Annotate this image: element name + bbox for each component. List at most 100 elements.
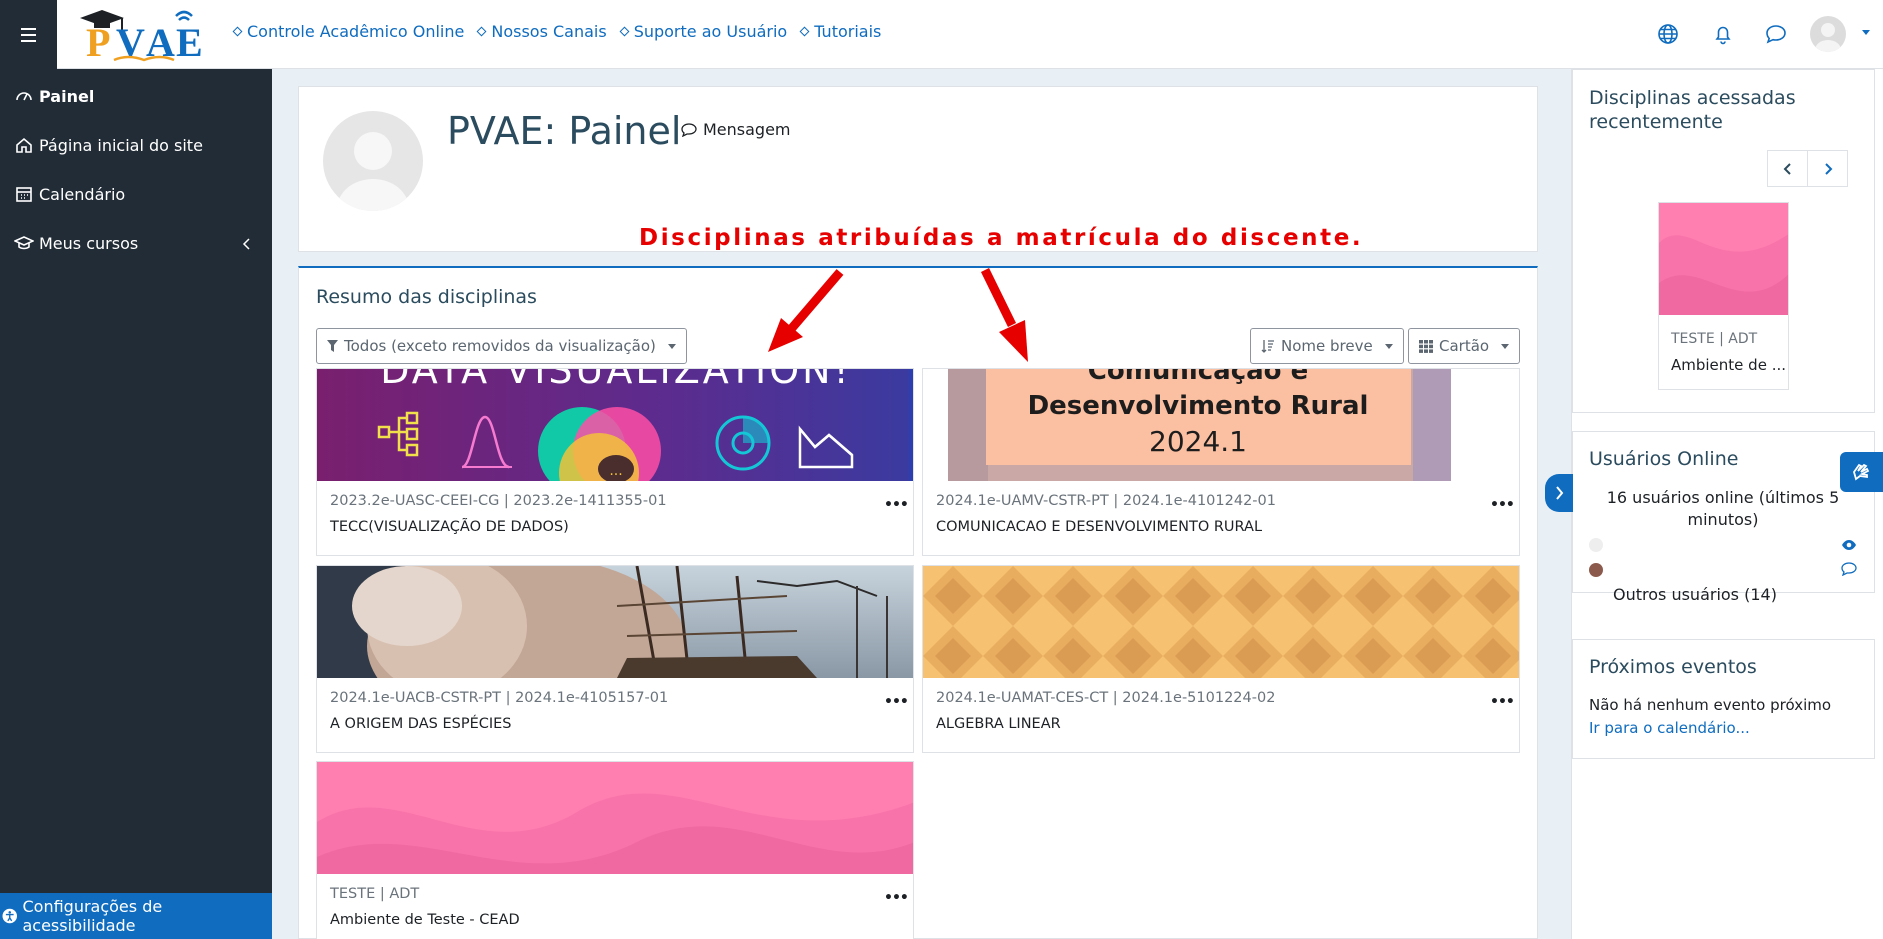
online-users-summary: 16 usuários online (últimos 5 minutos) bbox=[1606, 488, 1840, 529]
other-users-label: Outros usuários (14) bbox=[1613, 585, 1777, 604]
caret-down-icon bbox=[1384, 343, 1393, 349]
course-name-link[interactable]: TECC(VISUALIZAÇÃO DE DADOS) bbox=[330, 519, 569, 535]
link-controle-academico[interactable]: Controle Acadêmico Online bbox=[232, 22, 465, 41]
globe-icon[interactable] bbox=[1654, 20, 1682, 48]
course-card[interactable]: DATA VISUALIZATION! ... 2023.2e-UASC-CEE… bbox=[316, 368, 914, 556]
caret-down-icon bbox=[1501, 343, 1510, 349]
left-drawer: Painel Página inicial do site Calendário… bbox=[0, 69, 272, 939]
drawer-item-meus-cursos[interactable]: Meus cursos bbox=[14, 233, 138, 253]
course-name-link[interactable]: A ORIGEM DAS ESPÉCIES bbox=[330, 716, 512, 732]
menu-toggle-button[interactable] bbox=[0, 0, 57, 69]
drawer-item-label: Painel bbox=[39, 86, 95, 106]
recent-course-card[interactable]: TESTE | ADT Ambiente de ... bbox=[1658, 202, 1789, 390]
course-overview-block: Resumo das disciplinas Todos (exceto rem… bbox=[298, 266, 1538, 939]
course-name-link[interactable]: Ambiente de ... bbox=[1671, 356, 1786, 374]
course-card[interactable]: TESTE | ADT Ambiente de Teste - CEAD ••• bbox=[316, 761, 914, 939]
avatar[interactable] bbox=[1589, 563, 1603, 577]
drawer-item-painel[interactable]: Painel bbox=[14, 86, 94, 106]
svg-text:P: P bbox=[86, 20, 110, 64]
recent-courses-block: Disciplinas acessadas recentemente TESTE… bbox=[1572, 69, 1875, 413]
link-nossos-canais[interactable]: Nossos Canais bbox=[476, 22, 607, 41]
upcoming-events-title: Próximos eventos bbox=[1589, 656, 1757, 678]
diamond-icon bbox=[619, 26, 630, 37]
message-label: Mensagem bbox=[703, 120, 791, 139]
right-drawer-toggle-button[interactable] bbox=[1545, 474, 1573, 512]
home-icon bbox=[16, 137, 32, 153]
course-category: 2024.1e-UAMV-CSTR-PT | 2024.1e-4101242-0… bbox=[936, 493, 1276, 509]
bell-icon[interactable] bbox=[1709, 20, 1737, 48]
more-options-icon[interactable]: ••• bbox=[884, 497, 909, 513]
chat-icon[interactable] bbox=[1841, 562, 1857, 580]
sort-dropdown[interactable]: Nome breve bbox=[1250, 328, 1404, 364]
course-card[interactable]: 2024.1e-UAMAT-CES-CT | 2024.1e-5101224-0… bbox=[922, 565, 1520, 753]
link-tutoriais[interactable]: Tutoriais bbox=[799, 22, 881, 41]
grouping-filter-dropdown[interactable]: Todos (exceto removidos da visualização) bbox=[316, 328, 687, 364]
course-card[interactable]: 2024.1e-UACB-CSTR-PT | 2024.1e-4105157-0… bbox=[316, 565, 914, 753]
avatar[interactable] bbox=[1589, 538, 1603, 552]
course-name-link[interactable]: COMUNICACAO E DESENVOLVIMENTO RURAL bbox=[936, 519, 1262, 535]
link-label: Nossos Canais bbox=[491, 22, 607, 41]
filter-label: Todos (exceto removidos da visualização) bbox=[344, 337, 656, 355]
sort-icon bbox=[1261, 340, 1274, 353]
more-options-icon[interactable]: ••• bbox=[884, 890, 909, 906]
drawer-item-label: Calendário bbox=[39, 184, 126, 204]
no-events-text: Não há nenhum evento próximo bbox=[1589, 696, 1832, 714]
link-suporte[interactable]: Suporte ao Usuário bbox=[619, 22, 788, 41]
accessibility-label: Configurações de acessibilidade bbox=[22, 897, 163, 935]
vlibras-widget-button[interactable] bbox=[1840, 452, 1883, 492]
course-category: TESTE | ADT bbox=[330, 886, 420, 902]
user-menu-caret-icon[interactable] bbox=[1862, 30, 1870, 35]
svg-text:E: E bbox=[176, 20, 203, 64]
previous-button[interactable] bbox=[1767, 150, 1808, 187]
chevron-right-icon bbox=[1556, 486, 1564, 500]
caret-down-icon bbox=[667, 343, 676, 349]
sign-language-icon bbox=[1852, 463, 1869, 481]
course-image[interactable]: DATA VISUALIZATION! ... bbox=[317, 369, 913, 481]
more-options-icon[interactable]: ••• bbox=[884, 694, 909, 710]
profile-picture[interactable] bbox=[323, 111, 423, 211]
drawer-item-pagina-inicial[interactable]: Página inicial do site bbox=[14, 135, 203, 155]
diamond-icon bbox=[476, 26, 487, 37]
course-name-link[interactable]: ALGEBRA LINEAR bbox=[936, 716, 1061, 732]
course-image[interactable]: Comunicação e Desenvolvimento Rural 2024… bbox=[923, 369, 1519, 481]
recent-courses-title: Disciplinas acessadas recentemente bbox=[1589, 87, 1796, 133]
grid-icon bbox=[1419, 339, 1433, 353]
course-image-text: Comunicação e bbox=[1088, 369, 1308, 386]
accessibility-icon bbox=[2, 908, 18, 924]
link-label: Suporte ao Usuário bbox=[633, 22, 788, 41]
upcoming-events-block: Próximos eventos Não há nenhum evento pr… bbox=[1572, 639, 1875, 759]
chevron-left-icon[interactable] bbox=[242, 237, 252, 255]
course-card[interactable]: Comunicação e Desenvolvimento Rural 2024… bbox=[922, 368, 1520, 556]
accessibility-settings-button[interactable]: Configurações de acessibilidade bbox=[0, 893, 272, 939]
svg-text:...: ... bbox=[609, 463, 622, 479]
more-options-icon[interactable]: ••• bbox=[1490, 694, 1515, 710]
drawer-item-label: Meus cursos bbox=[39, 233, 139, 253]
eye-icon[interactable] bbox=[1841, 537, 1857, 555]
course-image[interactable] bbox=[317, 762, 913, 874]
more-options-icon[interactable]: ••• bbox=[1490, 497, 1515, 513]
user-avatar[interactable] bbox=[1810, 16, 1846, 52]
go-to-calendar-link[interactable]: Ir para o calendário... bbox=[1589, 719, 1750, 737]
course-category: 2024.1e-UAMAT-CES-CT | 2024.1e-5101224-0… bbox=[936, 690, 1276, 706]
link-label: Controle Acadêmico Online bbox=[247, 22, 465, 41]
top-links: Controle Acadêmico Online Nossos Canais … bbox=[232, 22, 881, 41]
course-image bbox=[1659, 203, 1788, 315]
chat-icon[interactable] bbox=[1762, 20, 1790, 48]
course-image[interactable] bbox=[317, 566, 913, 678]
site-logo[interactable]: P V A E bbox=[72, 4, 218, 65]
course-overview-title: Resumo das disciplinas bbox=[316, 286, 537, 308]
top-navbar: P V A E Controle Acadêmico Online Nossos… bbox=[0, 0, 1883, 69]
sort-label: Nome breve bbox=[1281, 337, 1373, 355]
course-image[interactable] bbox=[923, 566, 1519, 678]
course-category: 2024.1e-UACB-CSTR-PT | 2024.1e-4105157-0… bbox=[330, 690, 669, 706]
drawer-item-label: Página inicial do site bbox=[39, 135, 203, 155]
filter-icon bbox=[327, 340, 338, 352]
drawer-item-calendario[interactable]: Calendário bbox=[14, 184, 125, 204]
hamburger-icon bbox=[21, 26, 36, 44]
view-dropdown[interactable]: Cartão bbox=[1408, 328, 1521, 364]
calendar-icon bbox=[16, 187, 32, 202]
message-link[interactable]: Mensagem bbox=[681, 120, 791, 139]
next-button[interactable] bbox=[1807, 150, 1848, 187]
course-category: 2023.2e-UASC-CEEI-CG | 2023.2e-1411355-0… bbox=[330, 493, 667, 509]
course-name-link[interactable]: Ambiente de Teste - CEAD bbox=[330, 912, 520, 928]
